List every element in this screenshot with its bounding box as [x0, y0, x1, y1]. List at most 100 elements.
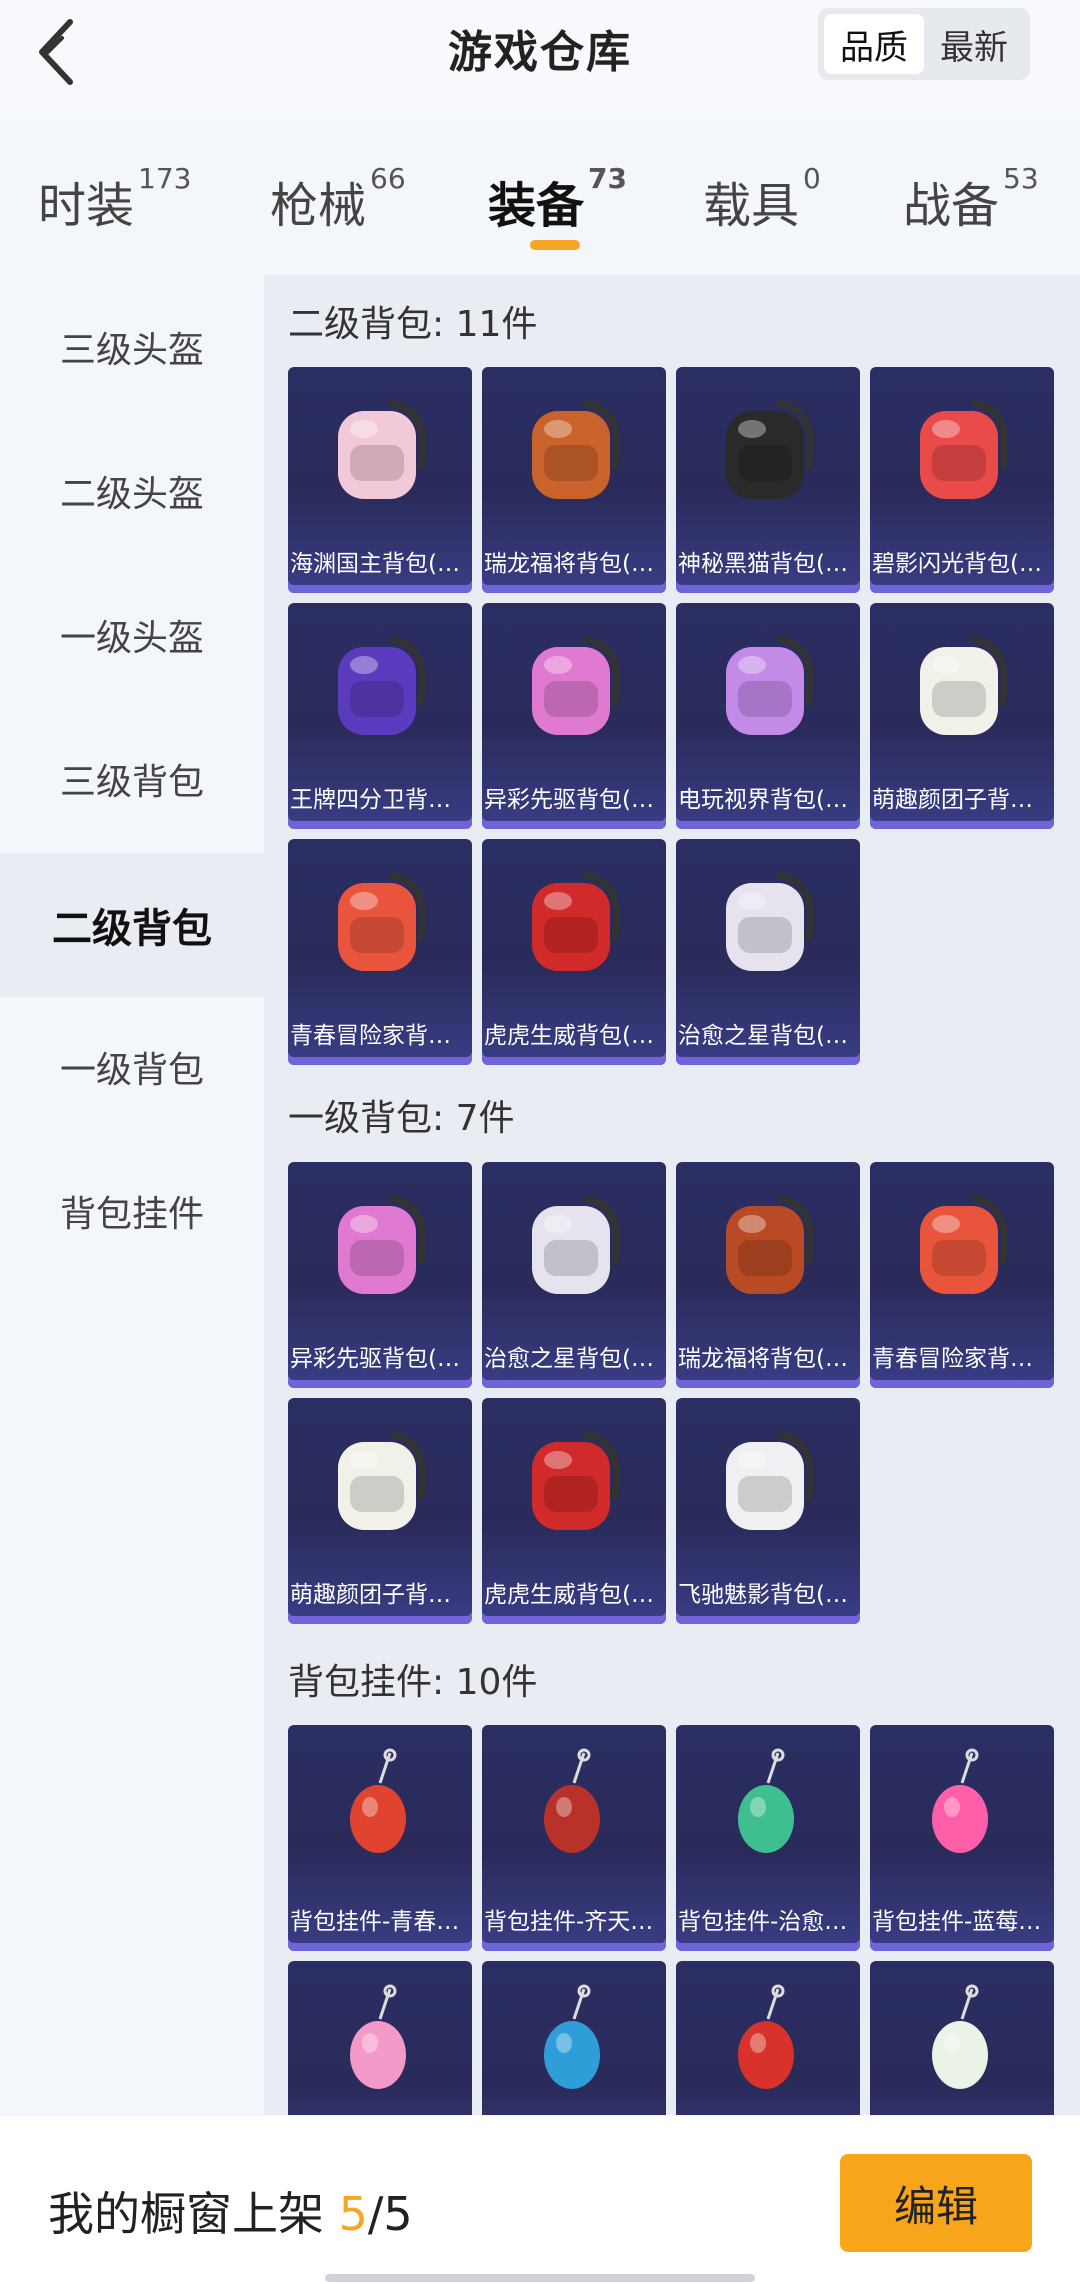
item-name: 青春冒险家背…	[290, 1023, 451, 1049]
item-name: 神秘黑猫背包(…	[678, 551, 848, 577]
item-name: 虎虎生威背包(…	[484, 1582, 654, 1608]
backpack-white-star-icon	[514, 1184, 634, 1304]
backpack-tiger-red-icon	[514, 1420, 634, 1540]
tab-count: 66	[370, 162, 406, 195]
item-name: 异彩先驱背包(…	[290, 1346, 460, 1372]
item-card[interactable]: 碧影闪光背包(…	[870, 367, 1054, 593]
backpack-dragon-orange-icon	[708, 1184, 828, 1304]
item-name: 青春冒险家背…	[872, 1346, 1033, 1372]
item-name: 异彩先驱背包(…	[484, 787, 654, 813]
item-card[interactable]: 背包挂件-蓝莓…	[870, 1725, 1054, 1951]
sidebar-item-level3-helmet[interactable]: 三级头盔	[0, 297, 264, 397]
backpack-dragon-orange-icon	[514, 389, 634, 509]
charm-green-sprout-icon	[902, 1983, 1022, 2103]
backpack-arcade-icon	[708, 625, 828, 745]
showcase-status: 我的橱窗上架 5/5	[48, 2178, 413, 2244]
backpack-black-cat-icon	[708, 389, 828, 509]
item-card[interactable]: 瑞龙福将背包(…	[676, 1162, 860, 1388]
item-card[interactable]: 海渊国主背包(…	[288, 367, 472, 593]
sidebar-item-level3-backpack[interactable]: 三级背包	[0, 729, 264, 829]
tab-vehicles[interactable]: 载具 0	[703, 162, 821, 236]
sort-toggle: 品质 最新	[818, 8, 1030, 80]
charm-red-tag-icon	[708, 1983, 828, 2103]
backpack-white-star-icon	[708, 861, 828, 981]
item-name: 王牌四分卫背…	[290, 787, 451, 813]
charm-red-dino-icon	[320, 1747, 440, 1867]
tab-label: 装备	[488, 178, 585, 234]
item-card[interactable]: 背包挂件-治愈…	[676, 1725, 860, 1951]
item-card[interactable]: 虎虎生威背包(…	[482, 839, 666, 1065]
charm-capsule-icon	[708, 1747, 828, 1867]
item-card[interactable]: 瑞龙福将背包(…	[482, 367, 666, 593]
item-card[interactable]: 背包挂件-青春…	[288, 1725, 472, 1951]
tab-count: 173	[138, 162, 192, 195]
tab-label: 战备	[903, 178, 1000, 234]
charm-lantern-icon	[514, 1983, 634, 2103]
tab-label: 时装	[38, 178, 135, 234]
item-card[interactable]: 治愈之星背包(…	[676, 839, 860, 1065]
item-name: 背包挂件-齐天…	[484, 1909, 654, 1935]
item-card[interactable]: 虎虎生威背包(…	[482, 1398, 666, 1624]
sidebar-item-level1-backpack[interactable]: 一级背包	[0, 1017, 264, 1117]
backpack-rice-ball-icon	[902, 625, 1022, 745]
section-title-level1-backpack: 一级背包: 7件	[288, 1098, 515, 1139]
sidebar-item-level1-helmet[interactable]: 一级头盔	[0, 585, 264, 685]
tab-label: 载具	[703, 178, 800, 234]
backpack-red-dino-icon	[902, 1184, 1022, 1304]
item-card[interactable]	[676, 1961, 860, 2115]
charm-sword-icon	[514, 1747, 634, 1867]
sidebar-item-level2-backpack[interactable]: 二级背包	[0, 853, 264, 997]
tab-count: 0	[803, 162, 821, 195]
item-card[interactable]: 背包挂件-齐天…	[482, 1725, 666, 1951]
backpack-gamepad-icon	[902, 389, 1022, 509]
charm-roller-skate-icon	[320, 1983, 440, 2103]
item-name: 瑞龙福将背包(…	[484, 551, 654, 577]
item-name: 治愈之星背包(…	[678, 1023, 848, 1049]
item-card[interactable]	[288, 1961, 472, 2115]
item-card[interactable]: 飞驰魅影背包(…	[676, 1398, 860, 1624]
item-card[interactable]: 电玩视界背包(…	[676, 603, 860, 829]
item-card[interactable]: 王牌四分卫背…	[288, 603, 472, 829]
item-name: 萌趣颜团子背…	[872, 787, 1033, 813]
backpack-rice-ball-icon	[320, 1420, 440, 1540]
sort-newest-button[interactable]: 最新	[924, 14, 1024, 74]
tab-supplies[interactable]: 战备 53	[903, 162, 1039, 236]
item-card[interactable]: 治愈之星背包(…	[482, 1162, 666, 1388]
item-name: 海渊国主背包(…	[290, 551, 460, 577]
edit-button[interactable]: 编辑	[840, 2154, 1032, 2252]
tab-label: 枪械	[270, 178, 367, 234]
item-name: 虎虎生威背包(…	[484, 1023, 654, 1049]
item-card[interactable]	[482, 1961, 666, 2115]
item-name: 萌趣颜团子背…	[290, 1582, 451, 1608]
item-name: 背包挂件-蓝莓…	[872, 1909, 1042, 1935]
item-card[interactable]: 青春冒险家背…	[870, 1162, 1054, 1388]
item-name: 背包挂件-青春…	[290, 1909, 460, 1935]
item-card[interactable]	[870, 1961, 1054, 2115]
active-tab-indicator	[530, 240, 580, 250]
item-name: 瑞龙福将背包(…	[678, 1346, 848, 1372]
item-card[interactable]: 异彩先驱背包(…	[288, 1162, 472, 1388]
backpack-helmet-purple-icon	[320, 625, 440, 745]
item-card[interactable]: 青春冒险家背…	[288, 839, 472, 1065]
sidebar-item-backpack-charm[interactable]: 背包挂件	[0, 1161, 264, 1261]
sidebar-item-level2-helmet[interactable]: 二级头盔	[0, 441, 264, 541]
section-title-backpack-charm: 背包挂件: 10件	[288, 1662, 538, 1703]
item-name: 飞驰魅影背包(…	[678, 1582, 848, 1608]
sort-quality-button[interactable]: 品质	[824, 14, 924, 74]
backpack-red-dino-icon	[320, 861, 440, 981]
showcase-label: 我的橱窗上架	[48, 2187, 324, 2241]
tab-fashion[interactable]: 时装 173	[38, 162, 191, 236]
backpack-pink-bunny-icon	[514, 625, 634, 745]
backpack-tiger-red-icon	[514, 861, 634, 981]
tab-count: 53	[1003, 162, 1039, 195]
header-bar: 游戏仓库 品质 最新	[0, 0, 1080, 120]
tab-guns[interactable]: 枪械 66	[270, 162, 406, 236]
item-card[interactable]: 萌趣颜团子背…	[288, 1398, 472, 1624]
item-card[interactable]: 神秘黑猫背包(…	[676, 367, 860, 593]
tab-equipment[interactable]: 装备 73	[488, 162, 627, 236]
home-indicator	[325, 2274, 755, 2282]
showcase-total-count: /5	[367, 2187, 413, 2241]
item-card[interactable]: 萌趣颜团子背…	[870, 603, 1054, 829]
section-title-level2-backpack: 二级背包: 11件	[288, 304, 538, 345]
item-card[interactable]: 异彩先驱背包(…	[482, 603, 666, 829]
